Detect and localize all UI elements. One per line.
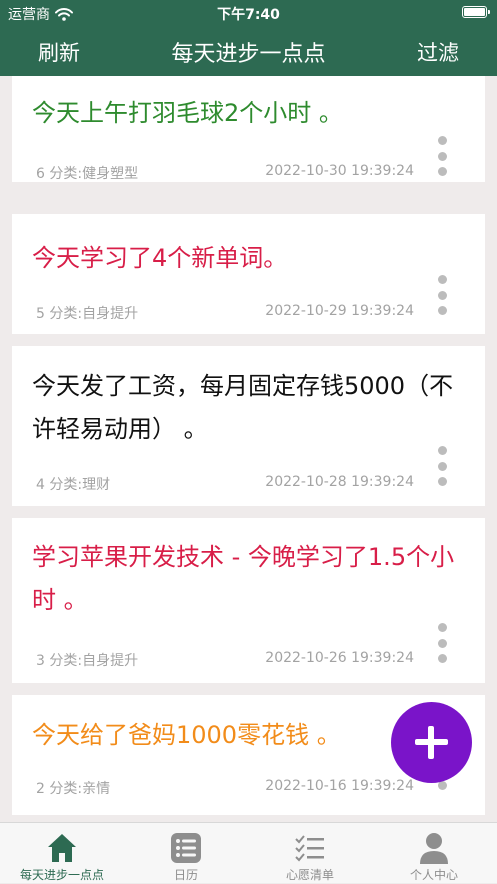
item-text: 学习苹果开发技术 - 今晚学习了1.5个小时 。: [32, 543, 455, 614]
list-item[interactable]: 今天上午打羽毛球2个小时 。 6 分类:健身塑型 2022-10-30 19:3…: [12, 76, 485, 182]
item-category: 4 分类:理财: [36, 477, 111, 493]
status-time: 下午7:40: [217, 7, 280, 23]
tab-wishlist[interactable]: 心愿清单: [248, 823, 372, 884]
item-text: 今天学习了4个新单词。: [32, 244, 288, 272]
more-options-icon[interactable]: [437, 136, 447, 176]
item-date: 2022-10-16 19:39:24: [265, 778, 414, 794]
status-bar: 运营商 下午7:40: [0, 0, 497, 26]
filter-button[interactable]: 过滤: [417, 37, 459, 67]
item-date: 2022-10-26 19:39:24: [265, 650, 414, 666]
list-item[interactable]: 学习苹果开发技术 - 今晚学习了1.5个小时 。 3 分类:自身提升 2022-…: [12, 518, 485, 683]
item-date: 2022-10-29 19:39:24: [265, 303, 414, 319]
tab-label: 日历: [173, 868, 198, 882]
tab-calendar[interactable]: 日历: [124, 823, 248, 884]
tab-label: 心愿清单: [285, 868, 334, 882]
item-date: 2022-10-30 19:39:24: [265, 163, 414, 179]
battery-icon: [462, 6, 490, 18]
calendar-list-icon: [171, 833, 201, 863]
item-category: 3 分类:自身提升: [36, 653, 139, 669]
tab-profile[interactable]: 个人中心: [372, 823, 496, 884]
list-item[interactable]: 今天发了工资，每月固定存钱5000（不许轻易动用） 。 4 分类:理财 2022…: [12, 346, 485, 506]
tab-label: 每天进步一点点: [19, 868, 104, 882]
person-icon: [420, 833, 448, 864]
more-options-icon[interactable]: [437, 275, 447, 315]
add-record-button[interactable]: [391, 702, 472, 783]
item-text: 今天发了工资，每月固定存钱5000（不许轻易动用） 。: [32, 372, 454, 443]
list-item[interactable]: 今天学习了4个新单词。 5 分类:自身提升 2022-10-29 19:39:2…: [12, 214, 485, 334]
item-date: 2022-10-28 19:39:24: [265, 474, 414, 490]
more-options-icon[interactable]: [437, 446, 447, 486]
tab-daily-progress[interactable]: 每天进步一点点: [0, 823, 124, 884]
more-options-icon[interactable]: [437, 623, 447, 663]
item-category: 6 分类:健身塑型: [36, 166, 139, 182]
nav-bar: 刷新 每天进步一点点 过滤: [0, 26, 497, 76]
home-icon: [48, 834, 76, 862]
checklist-icon: [295, 835, 324, 862]
item-category: 2 分类:亲情: [36, 781, 111, 797]
tab-label: 个人中心: [409, 868, 458, 882]
tab-bar: 每天进步一点点 日历 心愿清单 个人中心: [0, 822, 497, 883]
item-text: 今天上午打羽毛球2个小时 。: [32, 99, 343, 127]
item-category: 5 分类:自身提升: [36, 306, 139, 322]
